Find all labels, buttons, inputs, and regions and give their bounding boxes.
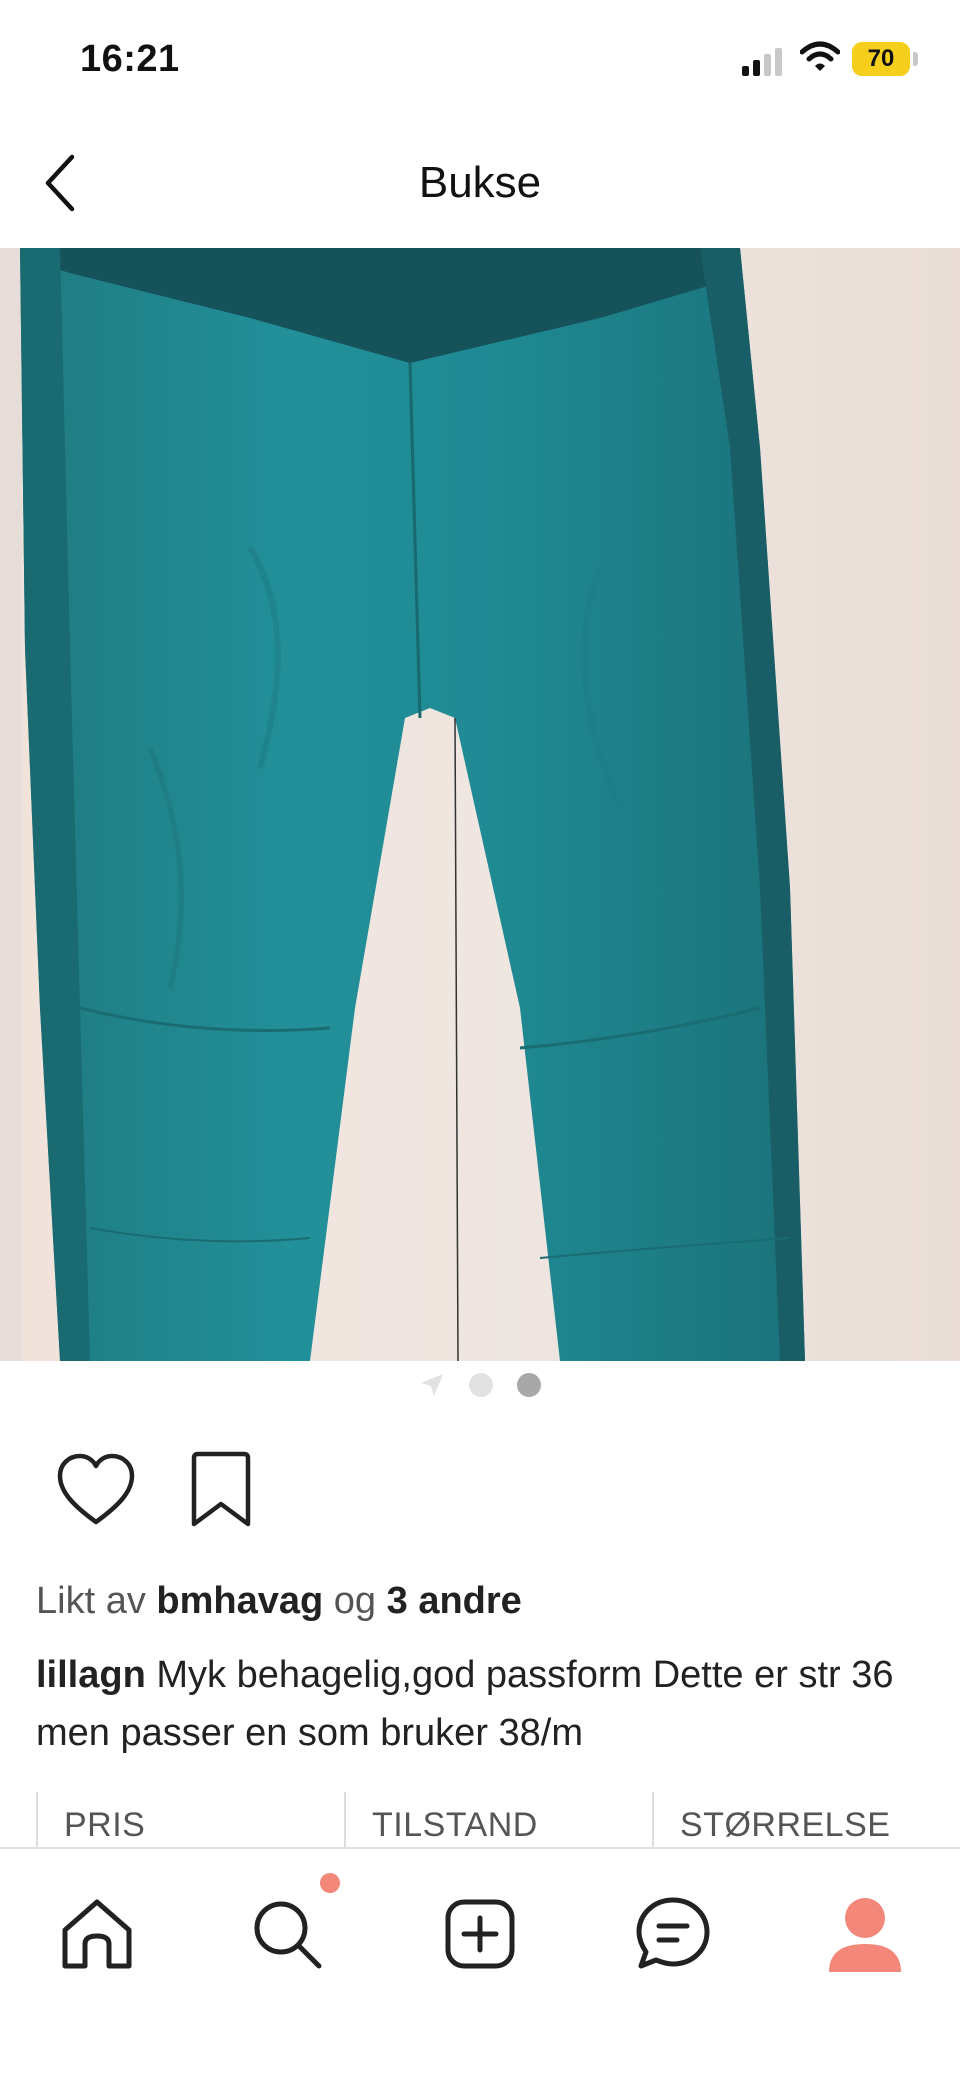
tab-home[interactable] xyxy=(52,1889,142,1979)
profile-icon xyxy=(829,1898,901,1972)
status-time: 16:21 xyxy=(80,38,180,80)
nav-header: Bukse xyxy=(0,120,960,248)
post-caption: lillagn Myk behagelig,god passform Dette… xyxy=(36,1646,936,1762)
add-icon xyxy=(445,1899,515,1969)
tab-profile[interactable] xyxy=(820,1889,910,1979)
cellular-signal-icon xyxy=(742,48,782,76)
condition-label: TILSTAND xyxy=(344,1792,652,1847)
likes-others[interactable]: 3 andre xyxy=(387,1580,522,1622)
caption-text: Myk behagelig,god passform Dette er str … xyxy=(36,1654,894,1754)
battery-cap xyxy=(913,52,918,66)
location-arrow-icon xyxy=(421,1374,443,1396)
price-label: PRIS xyxy=(36,1792,344,1847)
notification-badge xyxy=(320,1873,340,1893)
like-button[interactable] xyxy=(54,1448,138,1532)
status-bar: 16:21 70 xyxy=(0,0,960,120)
wifi-icon xyxy=(800,41,840,71)
search-icon xyxy=(254,1901,322,1969)
size-label: STØRRELSE xyxy=(652,1792,960,1847)
battery-level: 70 xyxy=(867,45,895,72)
tab-search[interactable] xyxy=(242,1889,332,1979)
likes-connector: og xyxy=(333,1580,377,1622)
chat-icon xyxy=(636,1897,710,1969)
likes-prefix: Likt av xyxy=(36,1580,146,1622)
post-actions xyxy=(0,1448,960,1538)
tab-chat[interactable] xyxy=(628,1889,718,1979)
bottom-tab-bar xyxy=(0,1847,960,2079)
tab-add[interactable] xyxy=(435,1889,525,1979)
pants-image xyxy=(0,248,960,1361)
battery-indicator: 70 xyxy=(852,42,910,76)
likes-summary: Likt av bmhavag og 3 andre xyxy=(36,1580,522,1623)
product-details: PRIS TILSTAND STØRRELSE xyxy=(36,1792,960,1847)
carousel-dot-active[interactable] xyxy=(517,1373,541,1397)
heart-icon xyxy=(57,1453,135,1525)
page-title: Bukse xyxy=(418,158,542,207)
liked-by-user[interactable]: bmhavag xyxy=(156,1580,323,1622)
home-icon xyxy=(62,1899,132,1969)
carousel-dot[interactable] xyxy=(469,1373,493,1397)
bookmark-icon xyxy=(191,1451,251,1527)
carousel-indicator xyxy=(0,1370,960,1400)
product-photo[interactable] xyxy=(0,248,960,1361)
bookmark-button[interactable] xyxy=(186,1448,256,1532)
author-username[interactable]: lillagn xyxy=(36,1654,146,1696)
